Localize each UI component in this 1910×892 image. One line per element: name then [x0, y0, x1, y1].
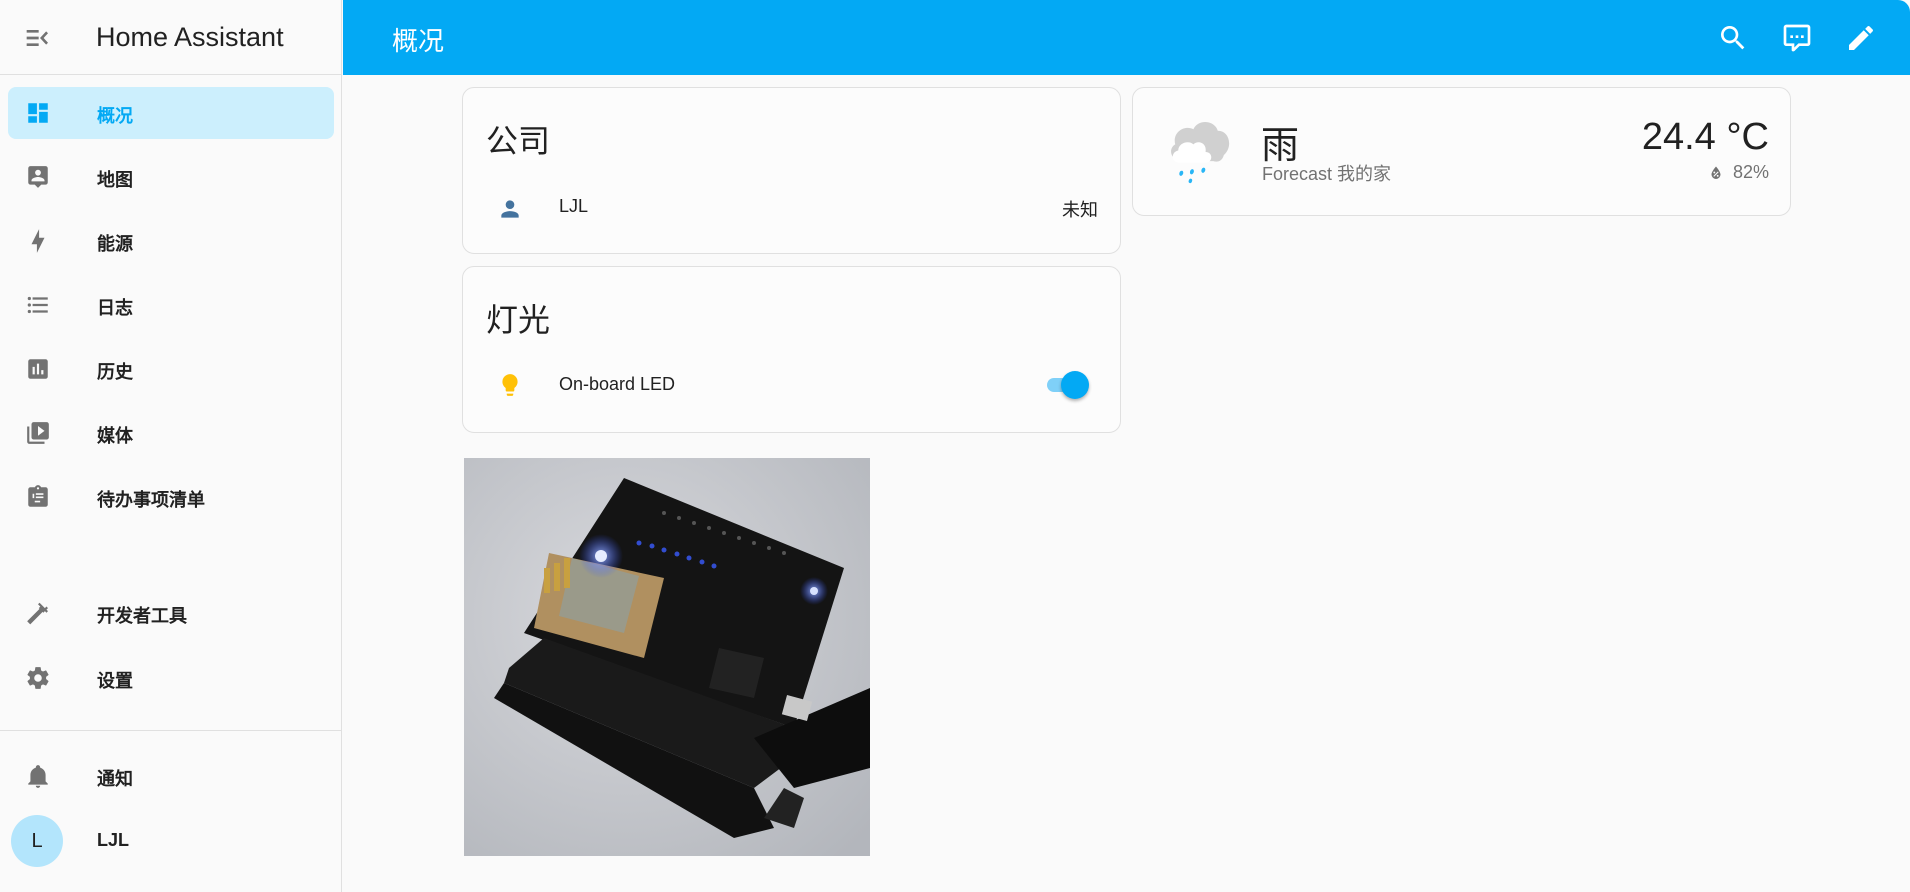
humidity-value: 82%: [1732, 162, 1769, 182]
dashboard-icon: [28, 103, 48, 123]
card-title: 灯光: [486, 302, 551, 338]
map-account-icon: [28, 166, 48, 188]
assist-chat-icon: [1783, 24, 1811, 52]
sidebar-item-todo[interactable]: 待办事项清单: [8, 471, 334, 523]
search-button[interactable]: [1717, 22, 1749, 54]
sidebar-item-label: 概况: [97, 106, 133, 126]
lights-card: 灯光 On-board LED: [462, 266, 1121, 433]
entity-name: LJL: [559, 196, 589, 216]
sidebar-item-logbook[interactable]: 日志: [8, 279, 334, 331]
rainy-cloud-icon: [1171, 121, 1230, 184]
sidebar-item-map[interactable]: 地图: [8, 151, 334, 203]
weather-humidity: 82%: [1707, 162, 1769, 183]
weather-card[interactable]: 雨 Forecast 我的家 24.4 °C 82%: [1132, 87, 1791, 216]
light-toggle[interactable]: [1045, 368, 1093, 400]
sidebar-divider: [0, 730, 342, 731]
weather-temperature: 24.4 °C: [1641, 116, 1769, 158]
sidebar-item-developer-tools[interactable]: 开发者工具: [8, 587, 334, 639]
sidebar-item-media[interactable]: 媒体: [8, 407, 334, 459]
search-icon: [1721, 26, 1745, 50]
sidebar-item-overview[interactable]: 概况: [8, 87, 334, 139]
assist-button[interactable]: [1781, 22, 1813, 54]
media-play-icon: [27, 422, 49, 444]
sidebar-item-label: 通知: [97, 769, 133, 789]
logbook-list-icon: [27, 296, 48, 314]
sidebar-item-label: 待办事项清单: [97, 490, 205, 510]
gear-icon: [27, 667, 49, 689]
sidebar-item-label: 日志: [97, 298, 133, 318]
entity-state: 未知: [1062, 200, 1098, 220]
bell-icon: [28, 765, 48, 788]
menu-collapse-icon: [26, 30, 48, 46]
card-title: 公司: [486, 123, 551, 159]
picture-card[interactable]: [464, 458, 870, 856]
top-app-bar: 概况: [343, 0, 1910, 75]
pencil-icon: [1849, 25, 1874, 50]
sidebar-item-energy[interactable]: 能源: [8, 215, 334, 267]
sidebar-item-label: 能源: [97, 234, 133, 254]
sidebar-item-settings[interactable]: 设置: [8, 652, 334, 704]
page-title: 概况: [392, 26, 445, 56]
sidebar-item-history[interactable]: 历史: [8, 343, 334, 395]
sidebar: Home Assistant 概况 地图 能源 日志 历史 媒体 待办事项清单 …: [0, 0, 342, 892]
todo-clipboard-icon: [28, 485, 48, 507]
sidebar-header: Home Assistant: [0, 0, 342, 75]
weather-entity-name: Forecast 我的家: [1262, 164, 1392, 184]
company-card: 公司 LJL 未知: [462, 87, 1121, 254]
history-chart-icon: [28, 359, 48, 379]
person-icon: [501, 200, 519, 218]
sidebar-item-label: 地图: [97, 170, 133, 190]
sidebar-item-label: 媒体: [97, 426, 133, 446]
app-title: Home Assistant: [96, 22, 284, 52]
sidebar-item-label: 开发者工具: [97, 606, 187, 626]
edit-button[interactable]: [1845, 22, 1877, 54]
humidity-drop-icon: [1711, 165, 1721, 179]
sidebar-item-label: 设置: [97, 671, 133, 691]
avatar[interactable]: L: [11, 815, 63, 867]
user-name: LJL: [97, 830, 130, 850]
entity-name: On-board LED: [559, 374, 676, 394]
sidebar-item-label: 历史: [97, 362, 133, 382]
lightning-bolt-icon: [31, 229, 45, 253]
toggle-knob: [1061, 371, 1089, 399]
menu-collapse-button[interactable]: [20, 22, 52, 54]
lightbulb-icon[interactable]: [497, 372, 523, 398]
sidebar-item-notifications[interactable]: 通知: [8, 750, 334, 802]
hammer-icon: [27, 602, 48, 625]
nodemcu-board-image: [464, 458, 870, 856]
